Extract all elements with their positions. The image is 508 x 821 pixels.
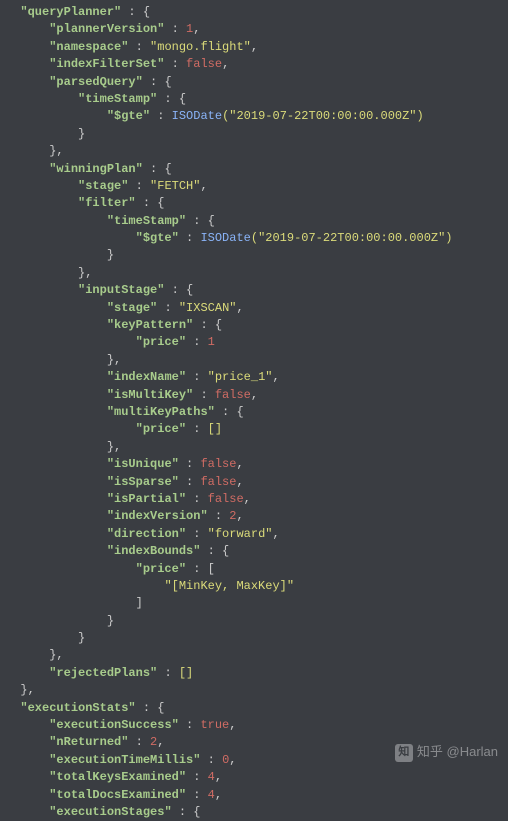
key-indexVersion: "indexVersion" xyxy=(107,509,208,523)
key-stage2: "stage" xyxy=(107,301,157,315)
val-false: false xyxy=(186,57,222,71)
key-totalDocsExamined: "totalDocsExamined" xyxy=(49,788,186,802)
key-price3: "price" xyxy=(136,562,186,576)
key-executionTimeMillis: "executionTimeMillis" xyxy=(49,753,200,767)
watermark-text: 知乎 @Harlan xyxy=(417,743,498,762)
key-gte: "$gte" xyxy=(107,109,150,123)
key-queryPlanner: "queryPlanner" xyxy=(20,5,121,19)
key-direction: "direction" xyxy=(107,527,186,541)
key-timeStamp: "timeStamp" xyxy=(78,92,157,106)
key-parsedQuery: "parsedQuery" xyxy=(49,75,143,89)
key-multiKeyPaths: "multiKeyPaths" xyxy=(107,405,215,419)
val-false4: false xyxy=(200,475,236,489)
val-four2: 4 xyxy=(208,788,215,802)
val-empty2: [] xyxy=(179,666,193,680)
key-filter: "filter" xyxy=(78,196,136,210)
val-false3: false xyxy=(200,457,236,471)
val-false5: false xyxy=(208,492,244,506)
key-price: "price" xyxy=(136,335,186,349)
key-plannerVersion: "plannerVersion" xyxy=(49,22,164,36)
key-indexBounds: "indexBounds" xyxy=(107,544,201,558)
key-indexFilterSet: "indexFilterSet" xyxy=(49,57,164,71)
key-nReturned: "nReturned" xyxy=(49,735,128,749)
isodate-fn: ISODate xyxy=(172,109,222,123)
key-isSparse: "isSparse" xyxy=(107,475,179,489)
val-namespace: "mongo.flight" xyxy=(150,40,251,54)
val-indexName: "price_1" xyxy=(208,370,273,384)
watermark: 知 知乎 @Harlan xyxy=(395,743,498,762)
val-empty: [] xyxy=(208,422,222,436)
key-executionStats: "executionStats" xyxy=(20,701,135,715)
key-rejectedPlans: "rejectedPlans" xyxy=(49,666,157,680)
isodate-arg2: ("2019-07-22T00:00:00.000Z") xyxy=(251,231,453,245)
val-true: true xyxy=(200,718,229,732)
val-false2: false xyxy=(215,388,251,402)
val-minmax: "[MinKey, MaxKey]" xyxy=(164,579,294,593)
key-isMultiKey: "isMultiKey" xyxy=(107,388,193,402)
val-fetch: "FETCH" xyxy=(150,179,200,193)
key-indexName: "indexName" xyxy=(107,370,186,384)
key-stage: "stage" xyxy=(78,179,128,193)
zhihu-icon: 知 xyxy=(395,744,413,762)
isodate-fn2: ISODate xyxy=(200,231,250,245)
val-forward: "forward" xyxy=(208,527,273,541)
key-gte2: "$gte" xyxy=(136,231,179,245)
val-four1: 4 xyxy=(208,770,215,784)
key-executionStages: "executionStages" xyxy=(49,805,171,819)
key-namespace: "namespace" xyxy=(49,40,128,54)
key-inputStage: "inputStage" xyxy=(78,283,164,297)
key-isUnique: "isUnique" xyxy=(107,457,179,471)
key-totalKeysExamined: "totalKeysExamined" xyxy=(49,770,186,784)
key-timeStamp2: "timeStamp" xyxy=(107,214,186,228)
code-block: "queryPlanner" : { "plannerVersion" : 1,… xyxy=(0,0,508,821)
key-price2: "price" xyxy=(136,422,186,436)
isodate-arg: ("2019-07-22T00:00:00.000Z") xyxy=(222,109,424,123)
key-winningPlan: "winningPlan" xyxy=(49,162,143,176)
key-keyPattern: "keyPattern" xyxy=(107,318,193,332)
key-isPartial: "isPartial" xyxy=(107,492,186,506)
val-one: 1 xyxy=(208,335,215,349)
val-ixscan: "IXSCAN" xyxy=(179,301,237,315)
key-executionSuccess: "executionSuccess" xyxy=(49,718,179,732)
